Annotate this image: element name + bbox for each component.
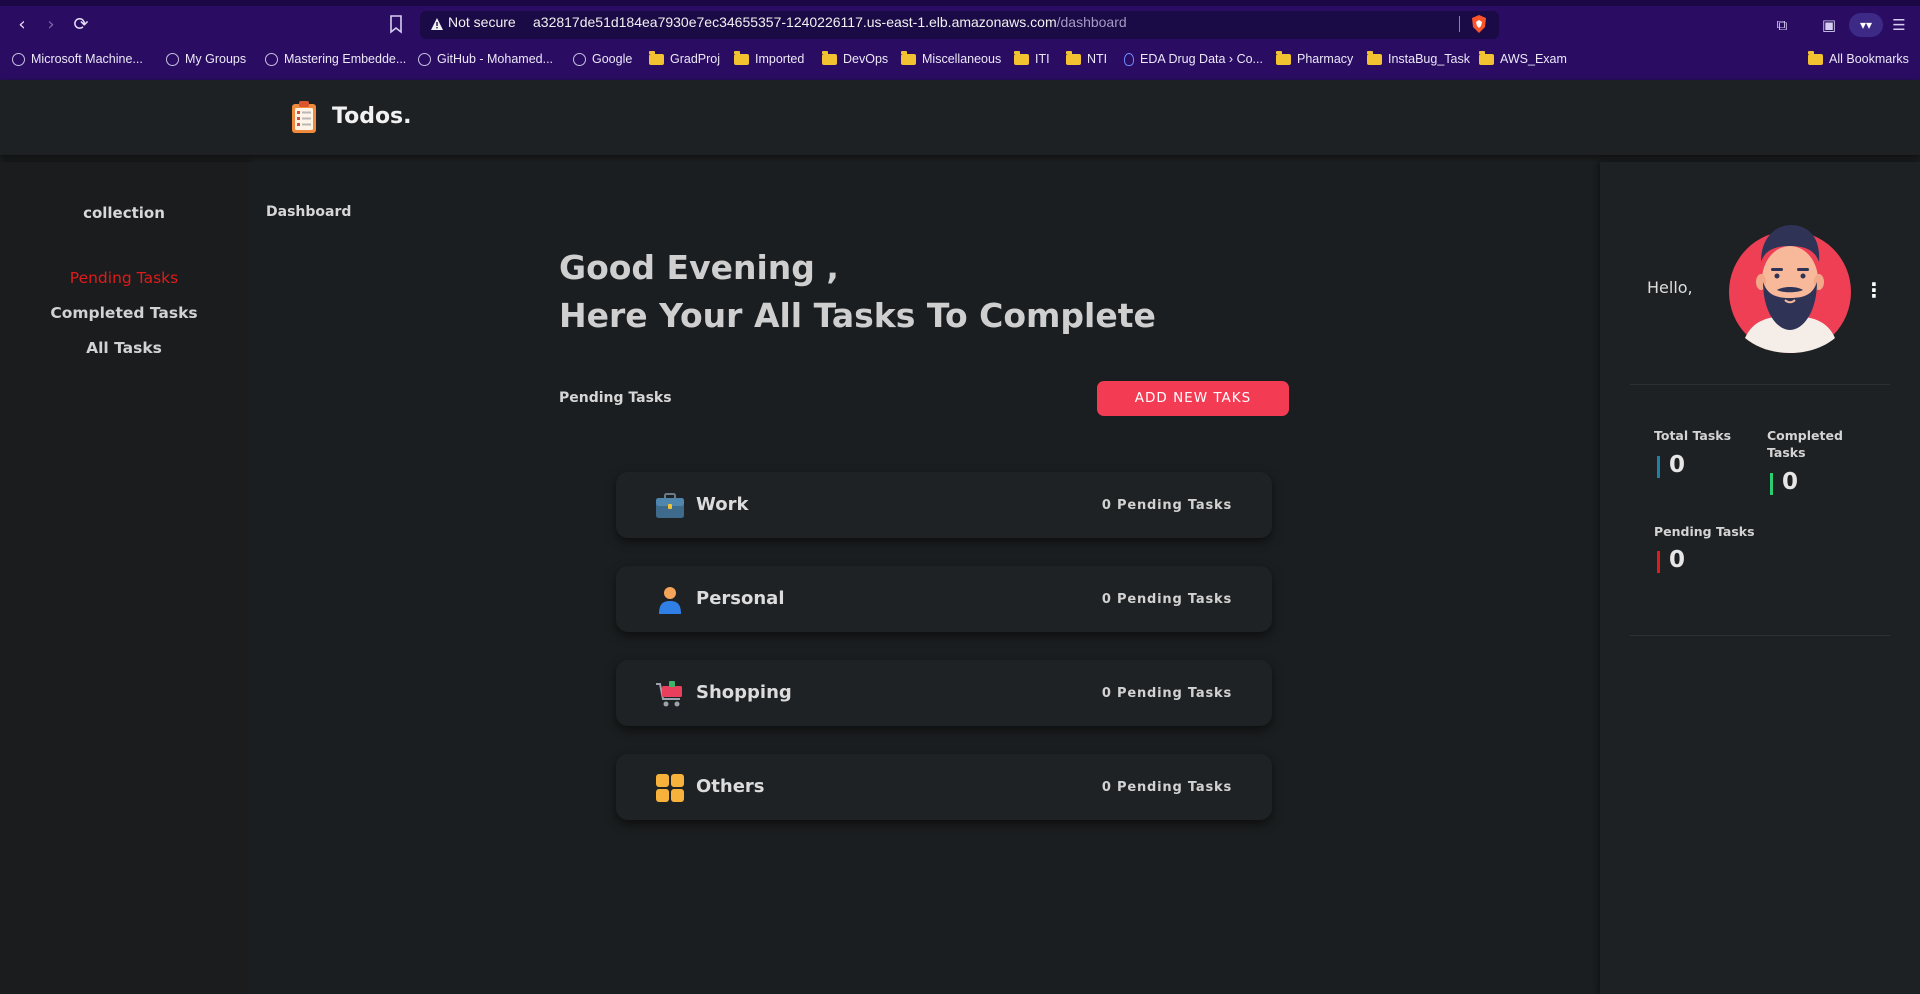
globe-icon	[573, 52, 586, 66]
section-label: Pending Tasks	[559, 390, 672, 406]
bookmark-item[interactable]: EDA Drug Data › Co...	[1124, 48, 1263, 70]
app-logo-text[interactable]: Todos.	[332, 104, 412, 129]
sidebar-item-pending[interactable]: Pending Tasks	[0, 269, 248, 287]
bookmark-item[interactable]: My Groups	[166, 48, 246, 70]
url-divider	[1459, 16, 1460, 32]
category-count: 0 Pending Tasks	[1101, 592, 1232, 607]
warning-icon	[431, 18, 443, 30]
folder-icon	[649, 50, 664, 65]
folder-icon	[822, 50, 837, 65]
person-icon	[659, 587, 681, 614]
bookmark-item[interactable]: Google	[573, 48, 632, 70]
folder-icon	[1276, 50, 1291, 65]
category-title: Shopping	[696, 682, 792, 703]
folder-icon	[1066, 50, 1081, 65]
sidebar-toggle-icon[interactable]: ▣	[1818, 14, 1840, 36]
category-count: 0 Pending Tasks	[1101, 498, 1232, 513]
bookmark-item[interactable]: Mastering Embedde...	[265, 48, 406, 70]
category-card-shopping[interactable]: Shopping 0 Pending Tasks	[616, 660, 1272, 726]
brave-shield-icon[interactable]	[1470, 14, 1488, 34]
folder-icon	[901, 50, 916, 65]
bookmark-item[interactable]: Miscellaneous	[901, 48, 1001, 70]
bookmark-item[interactable]: GradProj	[649, 48, 720, 70]
folder-icon	[1808, 50, 1823, 65]
sidebar-item-all[interactable]: All Tasks	[0, 339, 248, 357]
drug-icon	[1124, 52, 1134, 66]
category-card-others[interactable]: Others 0 Pending Tasks	[616, 754, 1272, 820]
sidebar-item-completed[interactable]: Completed Tasks	[0, 304, 248, 322]
grid-icon	[656, 774, 684, 802]
category-count: 0 Pending Tasks	[1101, 780, 1232, 795]
bookmark-item[interactable]: NTI	[1066, 48, 1107, 70]
screenshot-icon[interactable]: ⧉	[1771, 14, 1793, 36]
bookmark-item[interactable]: Microsoft Machine...	[12, 48, 143, 70]
tab-strip	[0, 0, 1920, 6]
stat-value-completed: 0	[1782, 469, 1799, 495]
bookmark-item[interactable]: DevOps	[822, 48, 888, 70]
breadcrumb: Dashboard	[266, 204, 352, 220]
bookmark-item[interactable]: InstaBug_Task	[1367, 48, 1470, 70]
category-card-personal[interactable]: Personal 0 Pending Tasks	[616, 566, 1272, 632]
stat-bar-total	[1657, 456, 1660, 478]
reload-icon[interactable]: ⟳	[70, 14, 92, 36]
bookmark-item[interactable]: ITI	[1014, 48, 1050, 70]
category-card-work[interactable]: Work 0 Pending Tasks	[616, 472, 1272, 538]
clipboard-logo-icon	[292, 101, 316, 133]
sidebar-title: collection	[83, 204, 165, 222]
stat-label-completed: Completed Tasks	[1767, 428, 1843, 460]
stat-label-total: Total Tasks	[1654, 428, 1732, 443]
profile-button[interactable]: ▾▾	[1849, 13, 1883, 37]
more-options-icon[interactable]: ⋮	[1864, 278, 1884, 302]
folder-icon	[1367, 50, 1382, 65]
bookmark-item[interactable]: AWS_Exam	[1479, 48, 1567, 70]
category-title: Work	[696, 494, 749, 515]
cart-icon	[656, 681, 682, 707]
bookmark-item[interactable]: Imported	[734, 48, 804, 70]
category-count: 0 Pending Tasks	[1101, 686, 1232, 701]
globe-icon	[418, 52, 431, 66]
folder-icon	[1014, 50, 1029, 65]
security-status: Not secure	[448, 14, 516, 30]
briefcase-icon	[656, 493, 684, 518]
folder-icon	[1479, 50, 1494, 65]
greeting-subtitle: Here Your All Tasks To Complete	[559, 296, 1156, 335]
stat-value-pending: 0	[1669, 547, 1686, 573]
bookmark-item[interactable]: Pharmacy	[1276, 48, 1353, 70]
globe-icon	[12, 52, 25, 66]
avatar[interactable]	[1725, 220, 1855, 354]
bookmark-icon[interactable]	[388, 14, 404, 34]
globe-icon	[265, 52, 278, 66]
category-title: Others	[696, 776, 765, 797]
globe-icon	[166, 52, 179, 66]
stat-value-total: 0	[1669, 452, 1686, 478]
menu-icon[interactable]: ☰	[1888, 14, 1910, 36]
panel-divider	[1630, 384, 1890, 385]
stat-bar-pending	[1657, 551, 1660, 573]
app-header	[0, 80, 1920, 155]
all-bookmarks[interactable]: All Bookmarks	[1808, 48, 1909, 70]
stat-label-pending: Pending Tasks	[1654, 524, 1755, 539]
bookmark-item[interactable]: GitHub - Mohamed...	[418, 48, 553, 70]
greeting-hello: Hello,	[1647, 278, 1693, 297]
category-title: Personal	[696, 588, 785, 609]
bookmarks-bar: Microsoft Machine... My Groups Mastering…	[0, 48, 1920, 70]
back-icon[interactable]: ‹	[11, 14, 33, 36]
forward-icon[interactable]: ›	[40, 14, 62, 36]
stat-bar-completed	[1770, 473, 1773, 495]
url-text[interactable]: a32817de51d184ea7930e7ec34655357-1240226…	[533, 14, 1127, 30]
add-new-task-button[interactable]: ADD NEW TAKS	[1097, 381, 1289, 416]
folder-icon	[734, 50, 749, 65]
panel-divider	[1630, 635, 1890, 636]
greeting-title: Good Evening ,	[559, 248, 839, 287]
